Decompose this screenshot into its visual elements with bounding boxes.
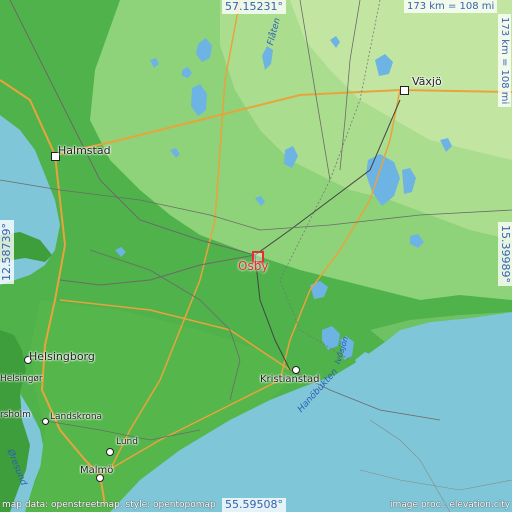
city-label-helsingor: Helsingør (0, 374, 43, 384)
city-label-landskrona: Landskrona (50, 412, 103, 422)
lund-marker (106, 448, 114, 456)
coord-right: 15.39989° (498, 222, 512, 286)
city-label-kristianstad: Kristianstad (260, 374, 320, 385)
coord-top: 57.15231° (222, 0, 286, 14)
landskrona-marker (42, 418, 49, 425)
city-label-helsingborg: Helsingborg (29, 350, 95, 363)
city-label-halmstad: Halmstad (58, 144, 111, 157)
target-label-osby[interactable]: Osby (238, 260, 268, 272)
map-view[interactable]: Växjö Halmstad Helsingborg Kristianstad … (0, 0, 512, 512)
credit-map-data: map data: openstreetmap, style: opentopo… (2, 500, 216, 510)
credit-image-proc: image proc.: elevation.city (390, 500, 511, 510)
coord-left: 12.58739° (0, 220, 14, 284)
city-label-hersholm: rsholm (0, 410, 31, 420)
vaxjo-marker (400, 86, 409, 95)
city-label-vaxjo: Växjö (412, 75, 442, 88)
city-label-malmo: Malmö (80, 465, 114, 476)
city-label-lund: Lund (116, 437, 138, 447)
scale-horizontal: 173 km = 108 mi (404, 0, 498, 13)
coord-bottom: 55.59508° (222, 498, 286, 512)
kristianstad-marker (292, 366, 300, 374)
scale-vertical: 173 km = 108 mi (498, 14, 511, 108)
